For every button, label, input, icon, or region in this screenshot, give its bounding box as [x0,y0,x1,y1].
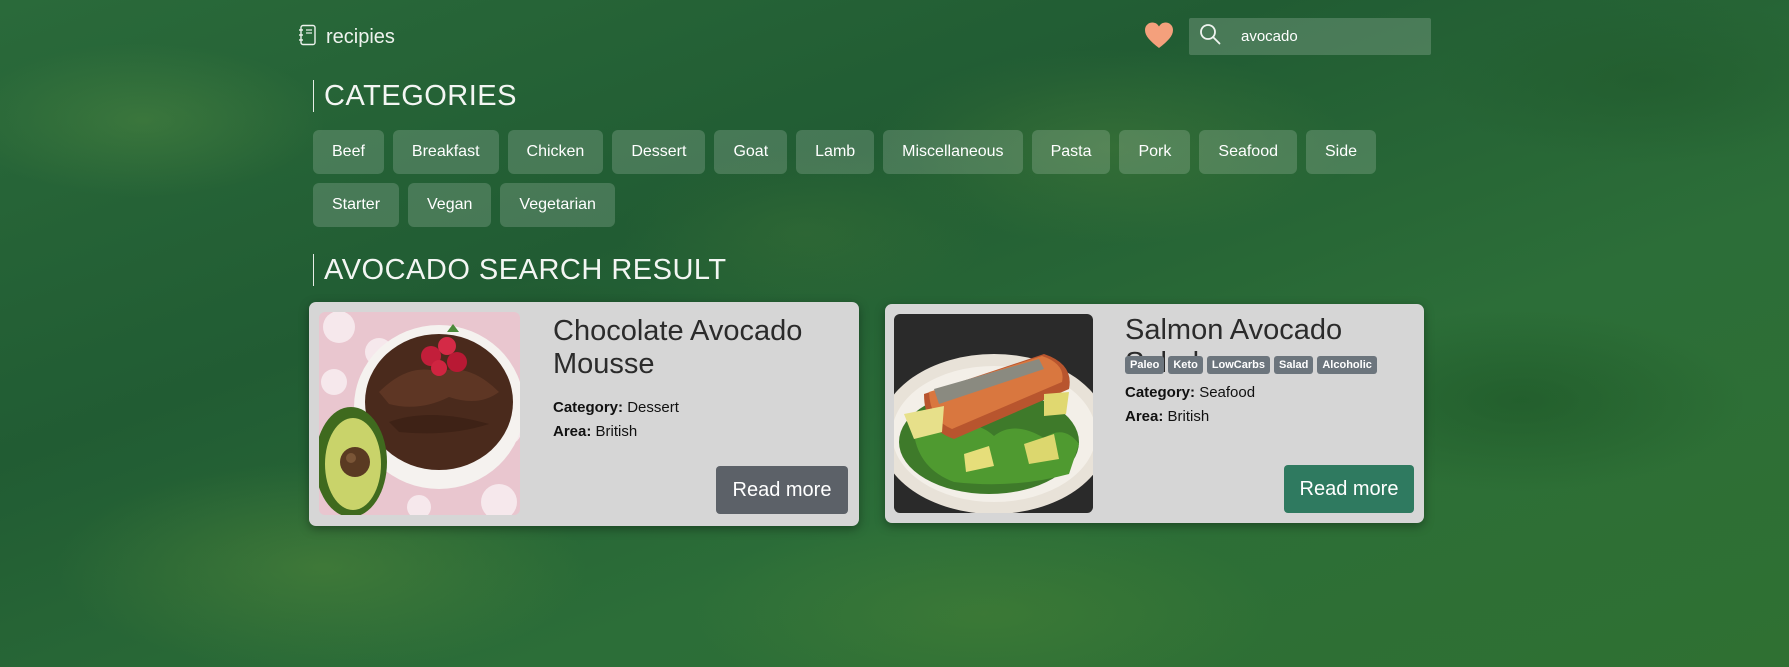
category-label: Category: [553,399,624,416]
recipe-image-chocolate-avocado-mousse [319,312,520,515]
area-label: Area: [553,423,592,440]
category-starter[interactable]: Starter [313,183,400,227]
read-more-button[interactable]: Read more [1284,465,1414,513]
category-lamb[interactable]: Lamb [796,130,875,174]
tag-badge: Keto [1168,356,1203,374]
search-bar [1189,18,1431,55]
search-result-heading: AVOCADO SEARCH RESULT [313,254,727,286]
category-list: Beef Breakfast Chicken Dessert Goat Lamb… [313,130,1413,236]
category-breakfast[interactable]: Breakfast [392,130,499,174]
category-chicken[interactable]: Chicken [507,130,604,174]
tag-badge: Paleo [1125,356,1165,374]
recipe-area: Area: British [1125,405,1209,429]
brand-logo[interactable]: recipies [298,24,395,51]
recipe-category: Category: Seafood [1125,381,1255,405]
brand-name: recipies [326,26,395,48]
category-vegan[interactable]: Vegan [408,183,492,227]
search-icon[interactable] [1199,23,1221,50]
area-value: British [1167,408,1210,425]
tag-badge: LowCarbs [1206,356,1270,374]
recipe-card: Chocolate Avocado Mousse Category: Desse… [309,302,859,526]
search-input[interactable] [1241,28,1411,45]
recipe-book-icon [298,24,318,51]
area-label: Area: [1125,408,1164,425]
category-seafood[interactable]: Seafood [1199,130,1297,174]
category-beef[interactable]: Beef [313,130,384,174]
tag-badge: Salad [1274,356,1314,374]
category-row: Beef Breakfast Chicken Dessert Goat Lamb… [313,130,1413,174]
category-label: Category: [1125,384,1196,401]
category-side[interactable]: Side [1306,130,1377,174]
category-dessert[interactable]: Dessert [612,130,706,174]
category-vegetarian[interactable]: Vegetarian [500,183,615,227]
tag-badge: Alcoholic [1317,356,1377,374]
category-pork[interactable]: Pork [1119,130,1191,174]
recipe-title: Chocolate Avocado Mousse [553,315,803,380]
categories-heading: CATEGORIES [313,80,517,112]
category-row: Starter Vegan Vegetarian [313,183,1413,227]
recipe-image-salmon-avocado-salad [894,314,1093,513]
recipe-category: Category: Dessert [553,396,679,420]
top-header: recipies [298,18,1432,56]
category-goat[interactable]: Goat [714,130,788,174]
category-miscellaneous[interactable]: Miscellaneous [883,130,1023,174]
favorites-heart-icon[interactable] [1144,21,1174,51]
category-value: Seafood [1199,384,1256,401]
category-pasta[interactable]: Pasta [1031,130,1111,174]
area-value: British [595,423,638,440]
recipe-tags: Paleo Keto LowCarbs Salad Alcoholic [1125,356,1377,374]
recipe-card: Salmon Avocado Salad Paleo Keto LowCarbs… [885,304,1424,523]
recipe-area: Area: British [553,420,637,444]
category-value: Dessert [627,399,679,416]
read-more-button[interactable]: Read more [716,466,848,514]
